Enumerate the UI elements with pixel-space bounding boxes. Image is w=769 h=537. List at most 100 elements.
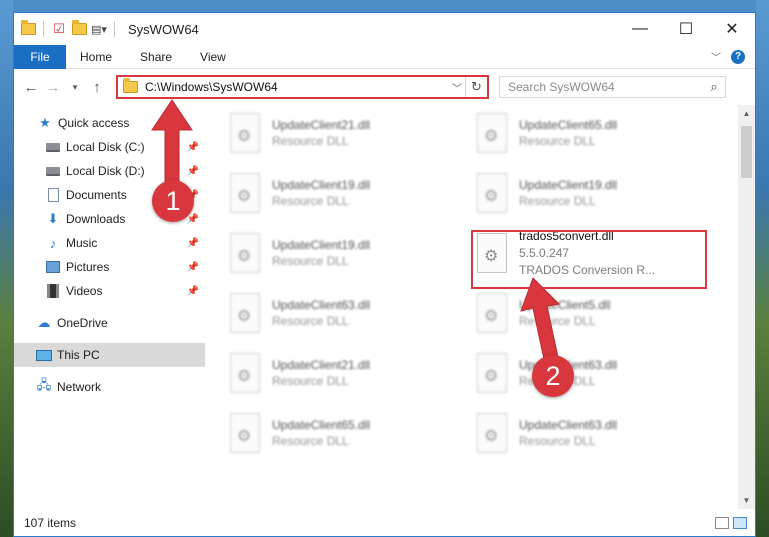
sidebar-item-label: Music [66, 236, 98, 250]
search-input[interactable]: Search SysWOW64 ⌕ [499, 76, 726, 98]
dll-file-icon [230, 113, 260, 153]
folder-icon [20, 20, 36, 37]
sidebar-item-label: Quick access [58, 116, 130, 130]
list-item[interactable]: UpdateClient63.dllResource DLL [469, 349, 709, 397]
list-item[interactable]: UpdateClient19.dllResource DLL [222, 169, 462, 217]
search-icon[interactable]: ⌕ [703, 79, 725, 95]
status-bar: 107 items [14, 509, 755, 536]
star-icon: ★ [39, 115, 51, 130]
pin-icon[interactable]: 📌 [187, 286, 199, 297]
navigation-bar: ← → ▾ ↑ C:\Windows\SysWOW64 ﹀ ↻ Search S… [14, 69, 755, 105]
ribbon-tabs: File Home Share View ﹀ ? [14, 44, 755, 69]
quick-access-toolbar: ☑ ▤▾ [14, 20, 118, 37]
sidebar-item-label: Pictures [66, 260, 110, 274]
scroll-up-icon[interactable]: ▲ [738, 105, 755, 122]
sidebar-item-this-pc[interactable]: This PC [14, 343, 205, 367]
list-item[interactable]: UpdateClient65.dllResource DLL [222, 409, 462, 457]
dll-file-icon [477, 413, 507, 453]
title-bar: ☑ ▤▾ SysWOW64 — ☐ ✕ [14, 13, 755, 45]
sidebar-item-label: Downloads [66, 212, 126, 226]
dll-file-icon [477, 113, 507, 153]
forward-arrow-icon[interactable]: → [42, 76, 64, 98]
pc-icon [36, 347, 52, 363]
recent-locations-chevron-icon[interactable]: ▾ [64, 76, 86, 98]
list-item[interactable]: UpdateClient63.dllResource DLL [222, 289, 462, 337]
videos-icon [45, 283, 61, 299]
refresh-icon[interactable]: ↻ [465, 77, 487, 97]
dll-file-icon [477, 353, 507, 393]
pin-icon[interactable]: 📌 [187, 238, 199, 249]
properties-icon[interactable]: ☑ [51, 21, 67, 37]
address-bar[interactable]: C:\Windows\SysWOW64 ﹀ ↻ [116, 75, 489, 99]
list-item[interactable]: UpdateClient19.dllResource DLL [469, 169, 709, 217]
desktop-background-right [756, 0, 769, 537]
music-icon: ♪ [49, 235, 57, 251]
sidebar-item-label: This PC [57, 348, 100, 362]
list-item[interactable]: UpdateClient21.dllResource DLL [222, 109, 462, 157]
details-view-icon[interactable] [715, 516, 729, 529]
sidebar-item-network[interactable]: 🖧 Network [14, 375, 205, 399]
downloads-icon: ⬇ [47, 211, 59, 226]
window-title: SysWOW64 [128, 21, 199, 37]
sidebar-item-label: OneDrive [57, 316, 108, 330]
sidebar-item-onedrive[interactable]: ☁ OneDrive [14, 311, 205, 335]
scroll-down-icon[interactable]: ▼ [738, 492, 755, 509]
tab-file[interactable]: File [14, 44, 66, 69]
address-path[interactable]: C:\Windows\SysWOW64 [145, 80, 449, 94]
documents-icon [45, 187, 61, 203]
step-2-badge: 2 [532, 355, 574, 397]
close-button[interactable]: ✕ [709, 13, 755, 45]
pin-icon[interactable]: 📌 [187, 262, 199, 273]
sidebar-item-label: Local Disk (C:) [66, 140, 145, 154]
tab-share[interactable]: Share [126, 45, 186, 69]
sidebar-item-pictures[interactable]: Pictures 📌 [14, 255, 205, 279]
step-2-arrow [520, 277, 561, 365]
dll-file-icon [477, 173, 507, 213]
tab-view[interactable]: View [186, 45, 240, 69]
disk-icon [45, 163, 61, 179]
scroll-thumb[interactable] [741, 126, 752, 178]
folder-icon [123, 78, 138, 93]
file-highlight-box [471, 230, 707, 289]
item-count: 107 items [24, 515, 77, 530]
sidebar-item-label: Network [57, 380, 102, 394]
list-item[interactable]: UpdateClient63.dllResource DLL [469, 409, 709, 457]
desktop-background-left [0, 0, 13, 537]
list-item[interactable]: UpdateClient65.dllResource DLL [469, 109, 709, 157]
dll-file-icon [230, 353, 260, 393]
minimize-button[interactable]: — [617, 13, 663, 45]
dll-file-icon [230, 413, 260, 453]
sidebar-item-label: Videos [66, 284, 103, 298]
sidebar-item-label: Local Disk (D:) [66, 164, 145, 178]
address-dropdown-icon[interactable]: ﹀ [449, 80, 465, 95]
new-folder-icon[interactable] [71, 20, 87, 37]
vertical-scrollbar[interactable]: ▲ ▼ [738, 105, 755, 509]
up-arrow-icon[interactable]: ↑ [86, 76, 108, 98]
explorer-window: ☑ ▤▾ SysWOW64 — ☐ ✕ File Home Share View… [13, 12, 756, 537]
back-arrow-icon[interactable]: ← [20, 76, 42, 98]
sidebar-item-label: Documents [66, 188, 127, 202]
window-controls: — ☐ ✕ [617, 13, 755, 45]
main-content: ★ Quick access Local Disk (C:) 📌 Local D… [14, 105, 755, 509]
sidebar-item-videos[interactable]: Videos 📌 [14, 279, 205, 303]
disk-icon [45, 139, 61, 155]
cloud-icon: ☁ [37, 315, 51, 330]
list-item[interactable]: UpdateClient5.dllResource DLL [469, 289, 709, 337]
step-1-badge: 1 [152, 180, 194, 222]
tab-home[interactable]: Home [66, 45, 126, 69]
maximize-button[interactable]: ☐ [663, 13, 709, 45]
list-item[interactable]: UpdateClient21.dllResource DLL [222, 349, 462, 397]
ribbon-expand-icon[interactable]: ﹀ [711, 49, 721, 64]
help-icon[interactable]: ? [731, 49, 745, 64]
dll-file-icon [230, 173, 260, 213]
dll-file-icon [230, 293, 260, 333]
dll-file-icon [477, 293, 507, 333]
view-toggle [715, 516, 755, 529]
list-item[interactable]: UpdateClient19.dllResource DLL [222, 229, 462, 277]
tiles-view-icon[interactable] [733, 516, 747, 529]
customize-toolbar-icon[interactable]: ▤▾ [91, 21, 107, 37]
dll-file-icon [230, 233, 260, 273]
pictures-icon [45, 259, 61, 275]
sidebar-item-music[interactable]: ♪ Music 📌 [14, 231, 205, 255]
file-list: UpdateClient21.dllResource DLL UpdateCli… [205, 105, 755, 509]
